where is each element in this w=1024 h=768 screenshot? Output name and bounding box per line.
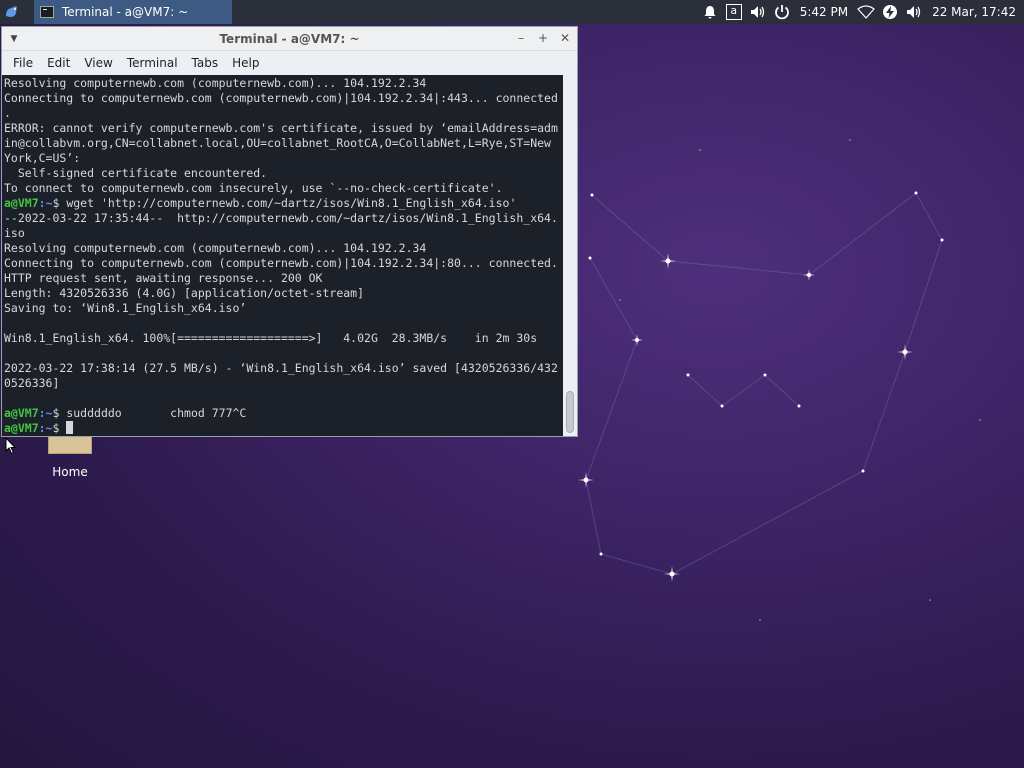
prompt-user: a@VM7 xyxy=(4,406,39,420)
home-icon-label[interactable]: Home xyxy=(44,465,96,479)
volume-icon[interactable] xyxy=(746,0,770,24)
window-title: Terminal - a@VM7: ~ xyxy=(219,31,360,46)
terminal-line: HTTP request sent, awaiting response... … xyxy=(4,271,565,286)
menu-file[interactable]: File xyxy=(6,56,40,70)
terminal-line: iso xyxy=(4,226,565,241)
line-text: Self-signed certificate encountered. xyxy=(4,166,268,180)
minimize-button[interactable]: – xyxy=(513,30,529,46)
close-button[interactable]: ✕ xyxy=(557,30,573,46)
terminal-output[interactable]: Resolving computernewb.com (computernewb… xyxy=(2,75,565,436)
menu-tabs[interactable]: Tabs xyxy=(185,56,226,70)
terminal-line: Resolving computernewb.com (computernewb… xyxy=(4,241,565,256)
wifi-icon[interactable] xyxy=(854,0,878,24)
line-text: Resolving computernewb.com (computernewb… xyxy=(4,241,427,255)
menu-bar: File Edit View Terminal Tabs Help xyxy=(2,51,577,75)
line-text: in@collabvm.org,CN=collabnet.local,OU=co… xyxy=(4,136,551,150)
power-icon[interactable] xyxy=(770,0,794,24)
terminal-line: Win8.1_English_x64. 100%[===============… xyxy=(4,331,565,346)
terminal-line: To connect to computernewb.com insecurel… xyxy=(4,181,565,196)
whisker-menu-icon[interactable] xyxy=(0,0,24,24)
line-text: ERROR: cannot verify computernewb.com's … xyxy=(4,121,558,135)
line-text: To connect to computernewb.com insecurel… xyxy=(4,181,503,195)
prompt-path: :~ xyxy=(38,406,53,420)
menu-view[interactable]: View xyxy=(77,56,119,70)
window-menu-chevron-down-icon[interactable]: ▼ xyxy=(2,34,26,44)
terminal-line: Length: 4320526336 (4.0G) [application/o… xyxy=(4,286,565,301)
taskbar-terminal-button[interactable]: Terminal - a@VM7: ~ xyxy=(34,0,232,24)
line-text: Length: 4320526336 (4.0G) [application/o… xyxy=(4,286,365,300)
terminal-line: . xyxy=(4,106,565,121)
terminal-line: Resolving computernewb.com (computernewb… xyxy=(4,76,565,91)
prompt-path: :~ xyxy=(38,421,53,435)
line-text: Connecting to computernewb.com (computer… xyxy=(4,256,558,270)
line-text: $ sudddddo chmod 777^C xyxy=(52,406,247,420)
system-tray: a 5:42 PM 22 Mar, 17:42 xyxy=(698,0,1024,24)
line-text: Win8.1_English_x64. 100%[===============… xyxy=(4,331,538,345)
terminal-prompt-line: a@VM7:~$ wget 'http://computernewb.com/~… xyxy=(4,196,565,211)
prompt-path: :~ xyxy=(38,196,53,210)
battery-charging-icon[interactable] xyxy=(878,0,902,24)
line-text: HTTP request sent, awaiting response... … xyxy=(4,271,323,285)
keyboard-layout-label: a xyxy=(725,4,742,20)
terminal-line: Connecting to computernewb.com (computer… xyxy=(4,91,565,106)
prompt-user: a@VM7 xyxy=(4,421,39,435)
terminal-line: in@collabvm.org,CN=collabnet.local,OU=co… xyxy=(4,136,565,151)
line-text: Saving to: ‘Win8.1_English_x64.iso’ xyxy=(4,301,247,315)
menu-help[interactable]: Help xyxy=(225,56,266,70)
line-text: $ xyxy=(52,421,67,435)
volume-icon-2[interactable] xyxy=(902,0,926,24)
top-panel: Terminal - a@VM7: ~ a 5:42 PM 22 Mar, 17… xyxy=(0,0,1024,24)
terminal-icon xyxy=(40,6,54,18)
panel-clock-time[interactable]: 5:42 PM xyxy=(794,5,854,19)
taskbar-title: Terminal - a@VM7: ~ xyxy=(62,5,189,19)
terminal-window: ▼ Terminal - a@VM7: ~ – + ✕ File Edit Vi… xyxy=(1,26,578,437)
terminal-line: 2022-03-22 17:38:14 (27.5 MB/s) - ‘Win8.… xyxy=(4,361,565,376)
line-text: 0526336] xyxy=(4,376,60,390)
terminal-line: ERROR: cannot verify computernewb.com's … xyxy=(4,121,565,136)
text-cursor xyxy=(66,421,74,434)
line-text: Connecting to computernewb.com (computer… xyxy=(4,91,558,105)
line-text: iso xyxy=(4,226,25,240)
scrollbar-thumb[interactable] xyxy=(566,391,574,433)
menu-edit[interactable]: Edit xyxy=(40,56,77,70)
terminal-prompt-line: a@VM7:~$ sudddddo chmod 777^C xyxy=(4,406,565,421)
terminal-scrollbar[interactable] xyxy=(563,75,577,436)
line-text: $ wget 'http://computernewb.com/~dartz/i… xyxy=(52,196,517,210)
line-text: . xyxy=(4,106,11,120)
terminal-line: Connecting to computernewb.com (computer… xyxy=(4,256,565,271)
keyboard-layout-icon[interactable]: a xyxy=(722,0,746,24)
terminal-line: Saving to: ‘Win8.1_English_x64.iso’ xyxy=(4,301,565,316)
terminal-prompt-line: a@VM7:~$ xyxy=(4,421,565,436)
line-text: --2022-03-22 17:35:44-- http://computern… xyxy=(4,211,558,225)
line-text: York,C=US’: xyxy=(4,151,81,165)
terminal-line: 0526336] xyxy=(4,376,565,391)
maximize-button[interactable]: + xyxy=(535,30,551,46)
line-text: Resolving computernewb.com (computernewb… xyxy=(4,76,427,90)
menu-terminal[interactable]: Terminal xyxy=(120,56,185,70)
terminal-line: --2022-03-22 17:35:44-- http://computern… xyxy=(4,211,565,226)
mouse-cursor-icon xyxy=(5,437,17,455)
prompt-user: a@VM7 xyxy=(4,196,39,210)
panel-clock-date[interactable]: 22 Mar, 17:42 xyxy=(926,5,1024,19)
notification-bell-icon[interactable] xyxy=(698,0,722,24)
terminal-line: York,C=US’: xyxy=(4,151,565,166)
home-folder-icon[interactable] xyxy=(48,436,92,454)
terminal-line: Self-signed certificate encountered. xyxy=(4,166,565,181)
line-text: 2022-03-22 17:38:14 (27.5 MB/s) - ‘Win8.… xyxy=(4,361,558,375)
window-titlebar[interactable]: ▼ Terminal - a@VM7: ~ – + ✕ xyxy=(2,27,577,51)
